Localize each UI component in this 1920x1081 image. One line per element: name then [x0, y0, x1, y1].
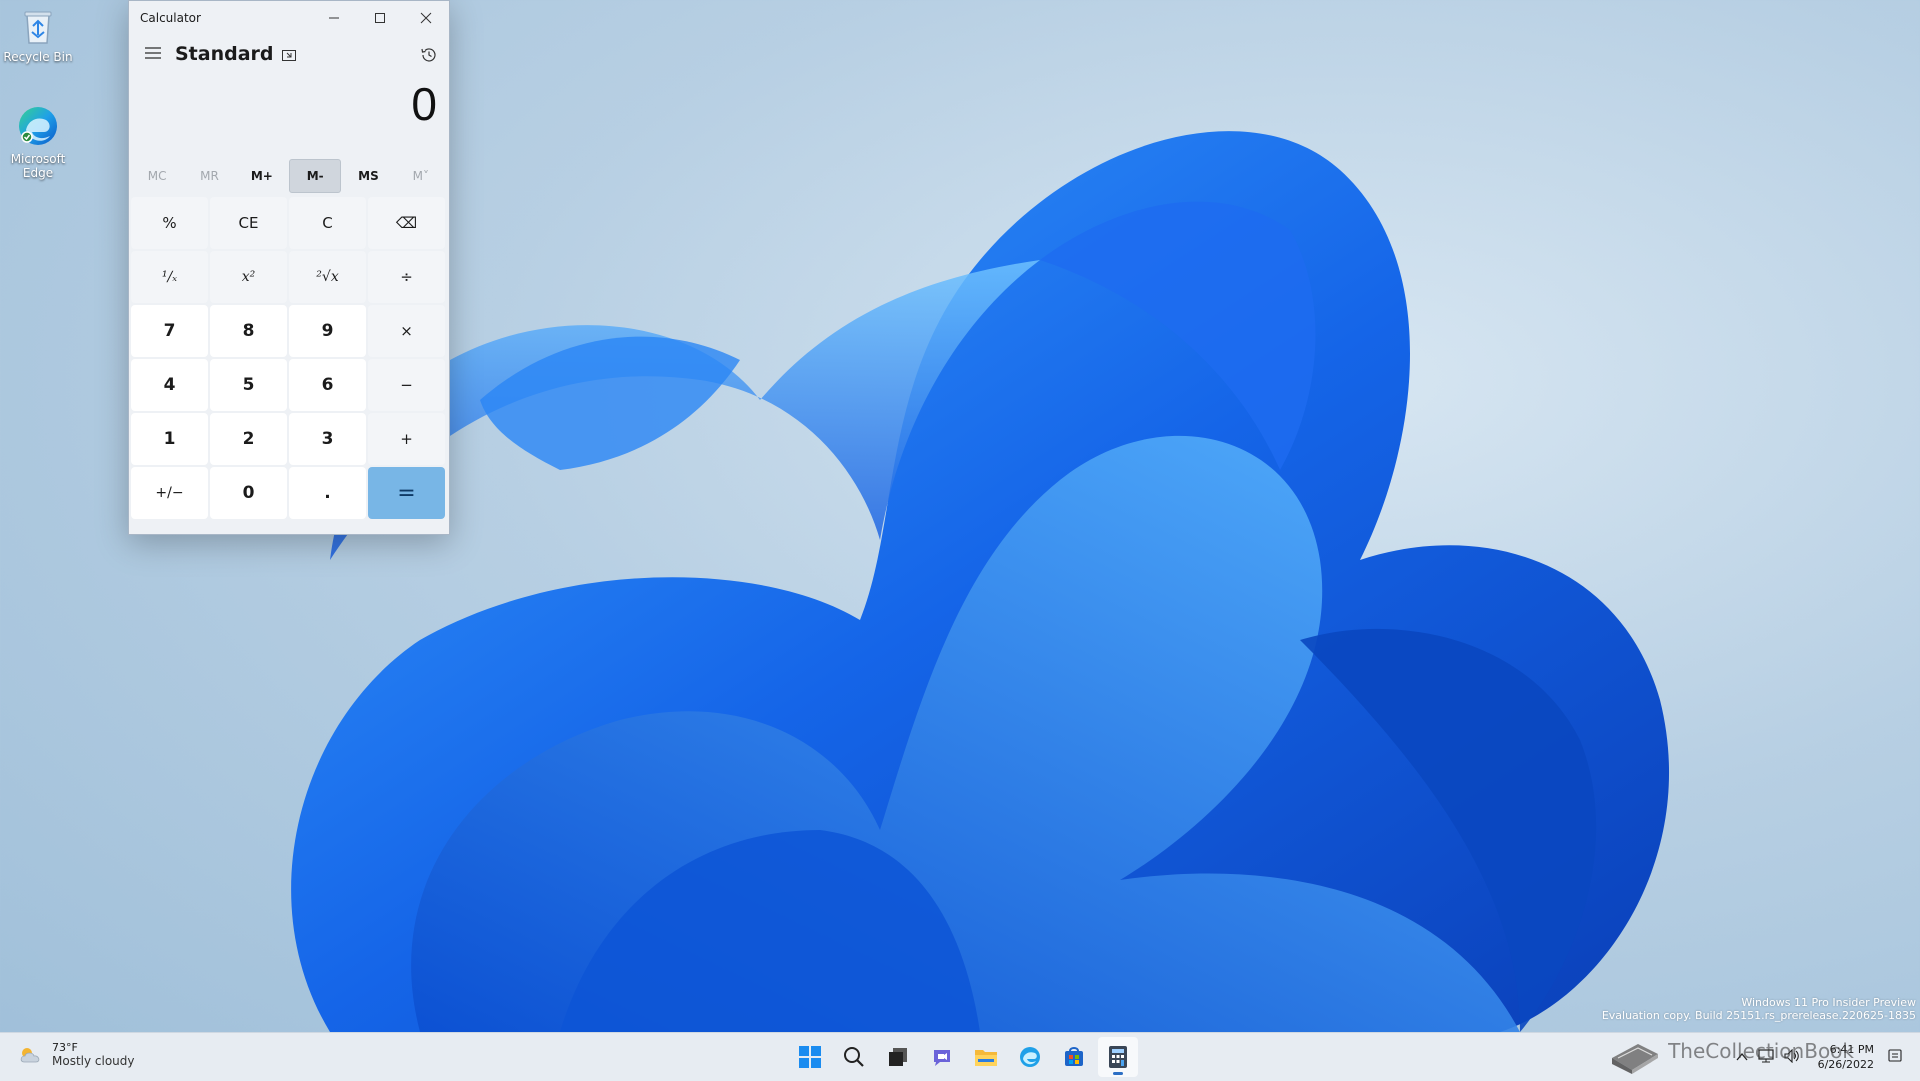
memory-list-button[interactable]: M˅ — [396, 159, 446, 193]
multiply-key[interactable]: × — [368, 305, 445, 357]
chat-icon — [934, 1050, 950, 1066]
partly-cloudy-icon — [20, 1047, 40, 1062]
edge-icon — [1020, 1047, 1040, 1067]
square-key[interactable]: x² — [210, 251, 287, 303]
weather-temperature: 73°F — [52, 1041, 78, 1054]
build-watermark: Windows 11 Pro Insider Preview Evaluatio… — [1602, 996, 1916, 1022]
reciprocal-key[interactable]: ¹∕ₓ — [131, 251, 208, 303]
task-view-button[interactable] — [878, 1037, 918, 1077]
digit-9-key[interactable]: 9 — [289, 305, 366, 357]
digit-3-key[interactable]: 3 — [289, 413, 366, 465]
digit-4-key[interactable]: 4 — [131, 359, 208, 411]
square-root-key[interactable]: ²√x — [289, 251, 366, 303]
keypad: % CE C ⌫ ¹∕ₓ x² ²√x ÷ 7 8 9 × 4 5 6 − 1 … — [129, 195, 449, 521]
hamburger-icon — [145, 47, 161, 59]
maximize-button[interactable] — [357, 1, 403, 35]
digit-6-key[interactable]: 6 — [289, 359, 366, 411]
history-button[interactable] — [413, 39, 445, 71]
close-icon — [420, 12, 432, 24]
decimal-key[interactable]: . — [289, 467, 366, 519]
digit-8-key[interactable]: 8 — [210, 305, 287, 357]
clear-entry-key[interactable]: CE — [210, 197, 287, 249]
desktop-icon-label: Recycle Bin — [3, 50, 73, 64]
weather-widget[interactable]: 73°F Mostly cloudy — [18, 1041, 135, 1068]
digit-2-key[interactable]: 2 — [210, 413, 287, 465]
minimize-button[interactable] — [311, 1, 357, 35]
close-button[interactable] — [403, 1, 449, 35]
search-button[interactable] — [834, 1037, 874, 1077]
keep-on-top-icon — [282, 50, 296, 61]
digit-5-key[interactable]: 5 — [210, 359, 287, 411]
recycle-bin-icon — [24, 11, 52, 44]
result-display: 0 — [129, 73, 449, 155]
file-explorer-button[interactable] — [966, 1037, 1006, 1077]
memory-clear-button[interactable]: MC — [132, 159, 182, 193]
taskbar-apps — [790, 1037, 1138, 1077]
book-logo-icon — [1612, 1044, 1659, 1074]
display-value: 0 — [411, 78, 437, 130]
desktop-recycle-bin[interactable]: Recycle Bin — [0, 8, 76, 64]
calculator-icon — [1109, 1046, 1127, 1068]
start-icon — [799, 1046, 821, 1068]
brand-text: TheCollectionBook — [1668, 1039, 1854, 1063]
subtract-key[interactable]: − — [368, 359, 445, 411]
watermark-line-1: Windows 11 Pro Insider Preview — [1741, 996, 1916, 1009]
digit-0-key[interactable]: 0 — [210, 467, 287, 519]
weather-condition: Mostly cloudy — [52, 1054, 135, 1068]
store-button[interactable] — [1054, 1037, 1094, 1077]
edge-icon — [19, 107, 57, 145]
title-bar[interactable]: Calculator — [129, 1, 449, 35]
keep-on-top-button[interactable] — [275, 41, 303, 69]
digit-1-key[interactable]: 1 — [131, 413, 208, 465]
start-button[interactable] — [790, 1037, 830, 1077]
minimize-icon — [329, 17, 339, 19]
add-key[interactable]: + — [368, 413, 445, 465]
file-explorer-icon — [975, 1050, 997, 1066]
window-title: Calculator — [140, 11, 201, 25]
memory-recall-button[interactable]: MR — [184, 159, 234, 193]
calculator-mode-title: Standard — [175, 43, 274, 65]
navigation-menu-button[interactable] — [135, 35, 171, 71]
desktop-microsoft-edge[interactable]: Microsoft Edge — [0, 104, 76, 180]
equals-key[interactable]: = — [368, 467, 445, 519]
calculator-window: Calculator Standard 0 MC MR M+ M- MS M˅ … — [128, 0, 450, 535]
negate-key[interactable]: +/− — [131, 467, 208, 519]
divide-key[interactable]: ÷ — [368, 251, 445, 303]
memory-add-button[interactable]: M+ — [237, 159, 287, 193]
brand-watermark: TheCollectionBook — [1608, 1028, 1854, 1074]
search-icon — [844, 1047, 864, 1067]
memory-subtract-button[interactable]: M- — [288, 159, 342, 193]
desktop-icon-label: Microsoft Edge — [10, 152, 66, 180]
calculator-taskbar-button[interactable] — [1098, 1037, 1138, 1077]
task-view-icon — [889, 1048, 907, 1066]
percent-key[interactable]: % — [131, 197, 208, 249]
notification-icon — [1888, 1048, 1902, 1062]
memory-row: MC MR M+ M- MS M˅ — [129, 159, 449, 193]
memory-store-button[interactable]: MS — [343, 159, 393, 193]
digit-7-key[interactable]: 7 — [131, 305, 208, 357]
edge-taskbar-button[interactable] — [1010, 1037, 1050, 1077]
clear-key[interactable]: C — [289, 197, 366, 249]
maximize-icon — [375, 13, 385, 23]
history-icon — [421, 48, 436, 62]
chat-button[interactable] — [922, 1037, 962, 1077]
store-icon — [1065, 1047, 1083, 1066]
watermark-line-2: Evaluation copy. Build 25151.rs_prerelea… — [1601, 1009, 1916, 1022]
notifications-button[interactable] — [1888, 1048, 1902, 1067]
backspace-key[interactable]: ⌫ — [368, 197, 445, 249]
